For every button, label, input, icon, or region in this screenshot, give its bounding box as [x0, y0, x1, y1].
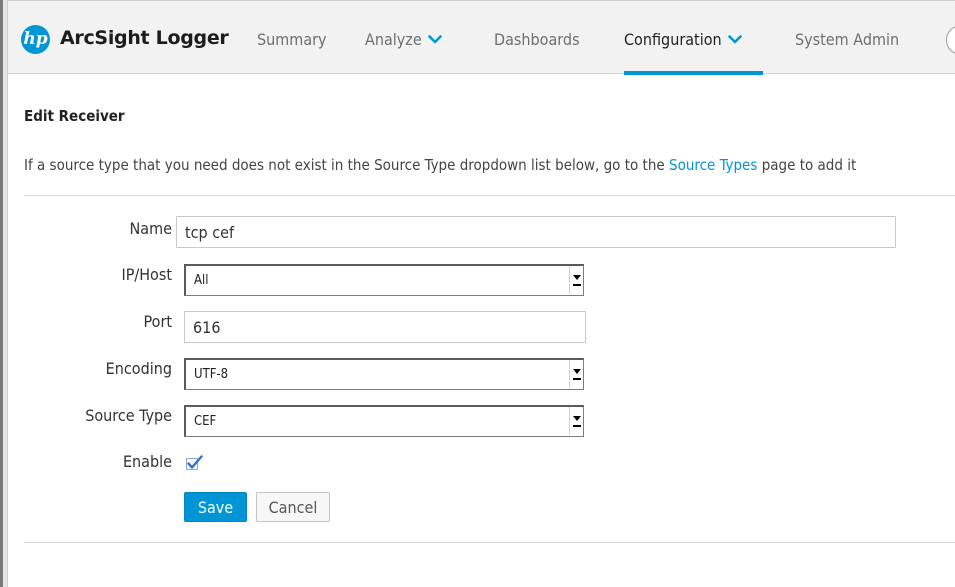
enable-label: Enable [122, 452, 172, 471]
port-field[interactable] [184, 311, 586, 343]
info-message: If a source type that you need does not … [24, 156, 856, 174]
nav-configuration[interactable]: Configuration [624, 30, 742, 49]
chevron-down-icon [427, 34, 442, 43]
window-left-border [0, 0, 8, 587]
chevron-down-icon [727, 34, 742, 43]
nav-configuration-label: Configuration [624, 30, 722, 49]
cancel-button[interactable]: Cancel [256, 492, 330, 522]
nav-dashboards[interactable]: Dashboards [494, 30, 580, 49]
info-text-prefix: If a source type that you need does not … [24, 156, 669, 174]
dropdown-arrow-icon[interactable] [569, 360, 583, 388]
info-text-suffix: page to add it [757, 156, 857, 174]
nav-analyze-label: Analyze [365, 30, 422, 49]
nav-summary[interactable]: Summary [257, 30, 327, 49]
source-type-label: Source Type [85, 406, 172, 425]
nav-system-admin[interactable]: System Admin [795, 30, 899, 49]
name-field[interactable] [176, 216, 896, 248]
nav-analyze[interactable]: Analyze [365, 30, 442, 49]
enable-checkbox[interactable] [186, 455, 203, 470]
source-type-value: CEF [194, 414, 217, 429]
active-tab-indicator [624, 71, 763, 75]
ip-host-label: IP/Host [121, 265, 172, 284]
divider-bottom [24, 542, 955, 543]
port-label: Port [143, 312, 172, 331]
source-type-select[interactable]: CEF [184, 405, 584, 437]
dropdown-arrow-icon[interactable] [569, 407, 583, 435]
top-nav-bar: hp ArcSight Logger Summary Analyze Dashb… [8, 0, 955, 75]
app-title: ArcSight Logger [60, 27, 229, 49]
page-title: Edit Receiver [24, 107, 125, 125]
divider-top [24, 195, 955, 196]
encoding-value: UTF-8 [194, 367, 229, 382]
ip-host-value: All [194, 273, 209, 288]
help-icon[interactable] [946, 25, 955, 55]
save-button[interactable]: Save [184, 492, 247, 522]
hp-logo-icon: hp [21, 25, 50, 54]
source-types-link[interactable]: Source Types [669, 156, 757, 174]
ip-host-select[interactable]: All [184, 264, 584, 296]
encoding-label: Encoding [105, 359, 172, 378]
encoding-select[interactable]: UTF-8 [184, 358, 584, 390]
name-label: Name [129, 219, 172, 238]
dropdown-arrow-icon[interactable] [569, 266, 583, 294]
